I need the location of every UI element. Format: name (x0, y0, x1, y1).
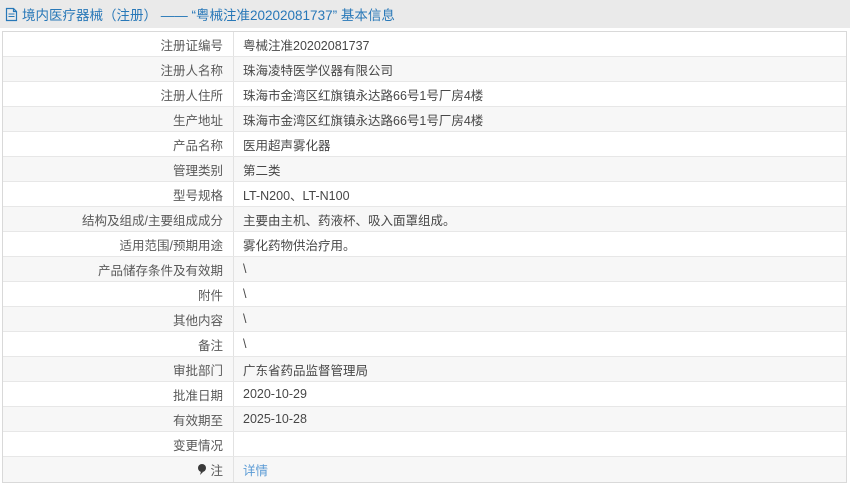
table-row: 备注 \ (3, 332, 846, 357)
row-value: \ (234, 257, 846, 281)
details-link[interactable]: 详情 (234, 457, 846, 482)
row-label-text: 注册证编号 (160, 35, 223, 54)
row-value: 珠海市金湾区红旗镇永达路66号1号厂房4楼 (234, 107, 846, 131)
row-value: LT-N200、LT-N100 (234, 182, 846, 206)
row-label: 批准日期 (3, 382, 234, 406)
row-value: 珠海凌特医学仪器有限公司 (234, 57, 846, 81)
row-label-text: 变更情况 (173, 435, 223, 454)
table-row: 注册人名称 珠海凌特医学仪器有限公司 (3, 57, 846, 82)
row-label: 产品储存条件及有效期 (3, 257, 234, 281)
table-row: 其他内容 \ (3, 307, 846, 332)
row-label-text: 注 (210, 460, 223, 479)
table-row: 批准日期 2020-10-29 (3, 382, 846, 407)
table-row: 审批部门 广东省药品监督管理局 (3, 357, 846, 382)
page-header: 境内医疗器械（注册） —— “粤械注准20202081737” 基本信息 (0, 0, 850, 28)
row-label: 备注 (3, 332, 234, 356)
row-label: 注册人名称 (3, 57, 234, 81)
row-label: 其他内容 (3, 307, 234, 331)
row-value: \ (234, 307, 846, 331)
row-label: 注 (3, 457, 234, 482)
row-value: 粤械注准20202081737 (234, 32, 846, 56)
document-icon (5, 7, 18, 22)
row-label-text: 批准日期 (173, 385, 223, 404)
row-label: 结构及组成/主要组成成分 (3, 207, 234, 231)
row-value: 2020-10-29 (234, 382, 846, 406)
row-label-text: 附件 (198, 285, 223, 304)
row-label-text: 管理类别 (173, 160, 223, 179)
row-label-text: 其他内容 (173, 310, 223, 329)
table-row: 注 详情 (3, 457, 846, 482)
row-label-text: 结构及组成/主要组成成分 (82, 210, 223, 229)
row-value: \ (234, 332, 846, 356)
registration-info-table: 注册证编号 粤械注准20202081737 注册人名称 珠海凌特医学仪器有限公司 (2, 31, 847, 483)
row-label: 型号规格 (3, 182, 234, 206)
row-value: 广东省药品监督管理局 (234, 357, 846, 381)
table-row: 附件 \ (3, 282, 846, 307)
table-row: 变更情况 (3, 432, 846, 457)
row-label-text: 生产地址 (173, 110, 223, 129)
row-value: 主要由主机、药液杯、吸入面罩组成。 (234, 207, 846, 231)
table-row: 结构及组成/主要组成成分 主要由主机、药液杯、吸入面罩组成。 (3, 207, 846, 232)
row-label: 有效期至 (3, 407, 234, 431)
row-label-text: 产品名称 (173, 135, 223, 154)
row-label-text: 注册人住所 (160, 85, 223, 104)
row-label-text: 备注 (198, 335, 223, 354)
table-row: 管理类别 第二类 (3, 157, 846, 182)
row-label: 适用范围/预期用途 (3, 232, 234, 256)
row-label-text: 型号规格 (173, 185, 223, 204)
table-row: 产品名称 医用超声雾化器 (3, 132, 846, 157)
row-label: 审批部门 (3, 357, 234, 381)
row-label: 产品名称 (3, 132, 234, 156)
row-value: 雾化药物供治疗用。 (234, 232, 846, 256)
row-value: 2025-10-28 (234, 407, 846, 431)
table-row: 注册证编号 粤械注准20202081737 (3, 32, 846, 57)
page-title: 境内医疗器械（注册） —— “粤械注准20202081737” 基本信息 (22, 4, 395, 24)
row-value: \ (234, 282, 846, 306)
row-label-text: 注册人名称 (160, 60, 223, 79)
row-label: 注册证编号 (3, 32, 234, 56)
row-label-text: 产品储存条件及有效期 (98, 260, 223, 279)
table-row: 注册人住所 珠海市金湾区红旗镇永达路66号1号厂房4楼 (3, 82, 846, 107)
table-row: 适用范围/预期用途 雾化药物供治疗用。 (3, 232, 846, 257)
table-row: 有效期至 2025-10-28 (3, 407, 846, 432)
row-label-text: 有效期至 (173, 410, 223, 429)
row-label-text: 适用范围/预期用途 (120, 235, 223, 254)
row-label: 生产地址 (3, 107, 234, 131)
table-row: 产品储存条件及有效期 \ (3, 257, 846, 282)
row-label: 管理类别 (3, 157, 234, 181)
table-row: 生产地址 珠海市金湾区红旗镇永达路66号1号厂房4楼 (3, 107, 846, 132)
row-value (234, 432, 846, 456)
note-pin-icon (197, 463, 207, 476)
row-label: 注册人住所 (3, 82, 234, 106)
row-value: 医用超声雾化器 (234, 132, 846, 156)
row-value: 珠海市金湾区红旗镇永达路66号1号厂房4楼 (234, 82, 846, 106)
row-label-text: 审批部门 (173, 360, 223, 379)
row-label: 附件 (3, 282, 234, 306)
row-label: 变更情况 (3, 432, 234, 456)
table-row: 型号规格 LT-N200、LT-N100 (3, 182, 846, 207)
row-value: 第二类 (234, 157, 846, 181)
